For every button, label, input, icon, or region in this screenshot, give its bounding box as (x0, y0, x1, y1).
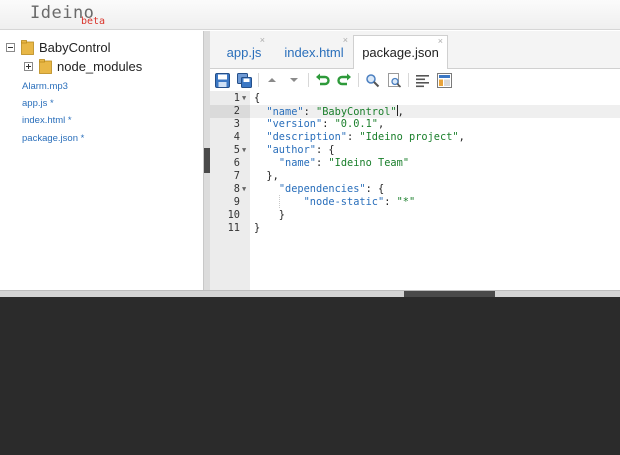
search-icon (365, 73, 379, 87)
line-number: 3 (233, 118, 240, 130)
code-text: { (254, 92, 261, 104)
fold-toggle-icon[interactable]: ▼ (242, 144, 246, 157)
fold-toggle-icon[interactable]: ▼ (242, 92, 246, 105)
tree-folder-label: node_modules (57, 59, 143, 74)
code-text: "author": { (266, 144, 335, 156)
code-line[interactable]: 8 ▼ "dependencies": { (210, 183, 620, 196)
tab-label: index.html (284, 44, 344, 60)
tab-package-json[interactable]: package.json × (353, 35, 448, 70)
arrow-down-icon (290, 78, 298, 82)
code-text: "version": "0.0.1", (266, 118, 385, 130)
code-text: } (254, 222, 261, 234)
move-down-button[interactable] (286, 72, 302, 88)
editor-tabbar: app.js × index.html × package.json × (210, 31, 620, 70)
toolbar-divider (258, 73, 259, 87)
search-button[interactable] (364, 72, 380, 88)
close-icon[interactable]: × (438, 37, 443, 46)
line-number: 10 (227, 209, 240, 221)
format-icon (415, 74, 429, 87)
code-text: "dependencies": { (278, 183, 385, 195)
console-panel[interactable] (0, 297, 620, 455)
tab-label: package.json (362, 45, 439, 60)
sidebar-splitter[interactable] (203, 31, 210, 290)
code-line[interactable]: 7 }, (210, 170, 620, 183)
tab-label: app.js (226, 44, 262, 60)
move-up-button[interactable] (264, 72, 280, 88)
line-number: 6 (233, 157, 240, 169)
save-all-icon (236, 72, 252, 88)
folder-icon (21, 40, 34, 55)
editor-toolbar (210, 69, 620, 91)
code-line[interactable]: 11} (210, 222, 620, 235)
toolbar-divider (308, 73, 309, 87)
tab-index-html[interactable]: index.html × (276, 35, 352, 69)
save-icon (214, 72, 230, 88)
code-line[interactable]: 10 } (210, 209, 620, 222)
console-splitter[interactable] (0, 290, 620, 297)
code-text: "name": "Ideino Team" (278, 157, 410, 169)
save-all-button[interactable] (236, 72, 252, 88)
line-number: 9 (233, 196, 240, 208)
file-item-app-js[interactable]: app.js * (22, 98, 54, 109)
file-tree: BabyControl node_modules Alarm.mp3 app.j… (0, 31, 203, 290)
save-button[interactable] (214, 72, 230, 88)
code-text: } (254, 209, 285, 221)
app-header: Ideino beta (0, 0, 620, 30)
code-line[interactable]: 6 "name": "Ideino Team" (210, 157, 620, 170)
close-icon[interactable]: × (260, 36, 265, 45)
line-number: 4 (233, 131, 240, 143)
line-number: 2 (210, 105, 250, 118)
file-item-package-json[interactable]: package.json * (22, 133, 84, 144)
tab-app-js[interactable]: app.js × (219, 35, 269, 69)
format-button[interactable] (414, 72, 430, 88)
code-text: "name": "BabyControl", (266, 105, 404, 118)
tree-root-label: BabyControl (39, 40, 111, 55)
collapse-icon[interactable] (6, 43, 15, 52)
preview-button[interactable] (436, 72, 452, 88)
code-line[interactable]: 1 ▼{ (210, 92, 620, 105)
folder-icon (39, 59, 52, 74)
code-text: }, (254, 170, 279, 182)
find-file-icon (387, 72, 401, 88)
file-item-alarm[interactable]: Alarm.mp3 (22, 81, 68, 92)
indent-guide (279, 195, 280, 208)
arrow-up-icon (268, 78, 276, 82)
fold-toggle-icon[interactable]: ▼ (242, 183, 246, 196)
tree-root-row[interactable]: BabyControl (6, 40, 111, 55)
code-line[interactable]: 4 "description": "Ideino project", (210, 131, 620, 144)
code-line[interactable]: 3 "version": "0.0.1", (210, 118, 620, 131)
toolbar-divider (408, 73, 409, 87)
tree-folder-row[interactable]: node_modules (24, 59, 142, 74)
file-item-index-html[interactable]: index.html * (22, 115, 72, 126)
find-in-file-button[interactable] (386, 72, 402, 88)
code-line[interactable]: 2 "name": "BabyControl", (210, 105, 620, 118)
close-icon[interactable]: × (343, 36, 348, 45)
line-number: 7 (233, 170, 240, 182)
code-text: "description": "Ideino project", (266, 131, 465, 143)
code-editor[interactable]: 1 ▼{2 "name": "BabyControl", 3 "version": … (210, 91, 620, 290)
redo-button[interactable] (336, 72, 352, 88)
line-number: 11 (227, 222, 240, 234)
expand-icon[interactable] (24, 62, 33, 71)
redo-icon (336, 73, 351, 85)
toolbar-divider (358, 73, 359, 87)
beta-badge: beta (81, 16, 106, 27)
code-line[interactable]: 9 "node-static": "*" (210, 196, 620, 209)
code-line[interactable]: 5 ▼ "author": { (210, 144, 620, 157)
undo-button[interactable] (314, 72, 330, 88)
preview-icon (436, 72, 452, 88)
undo-icon (315, 73, 330, 85)
